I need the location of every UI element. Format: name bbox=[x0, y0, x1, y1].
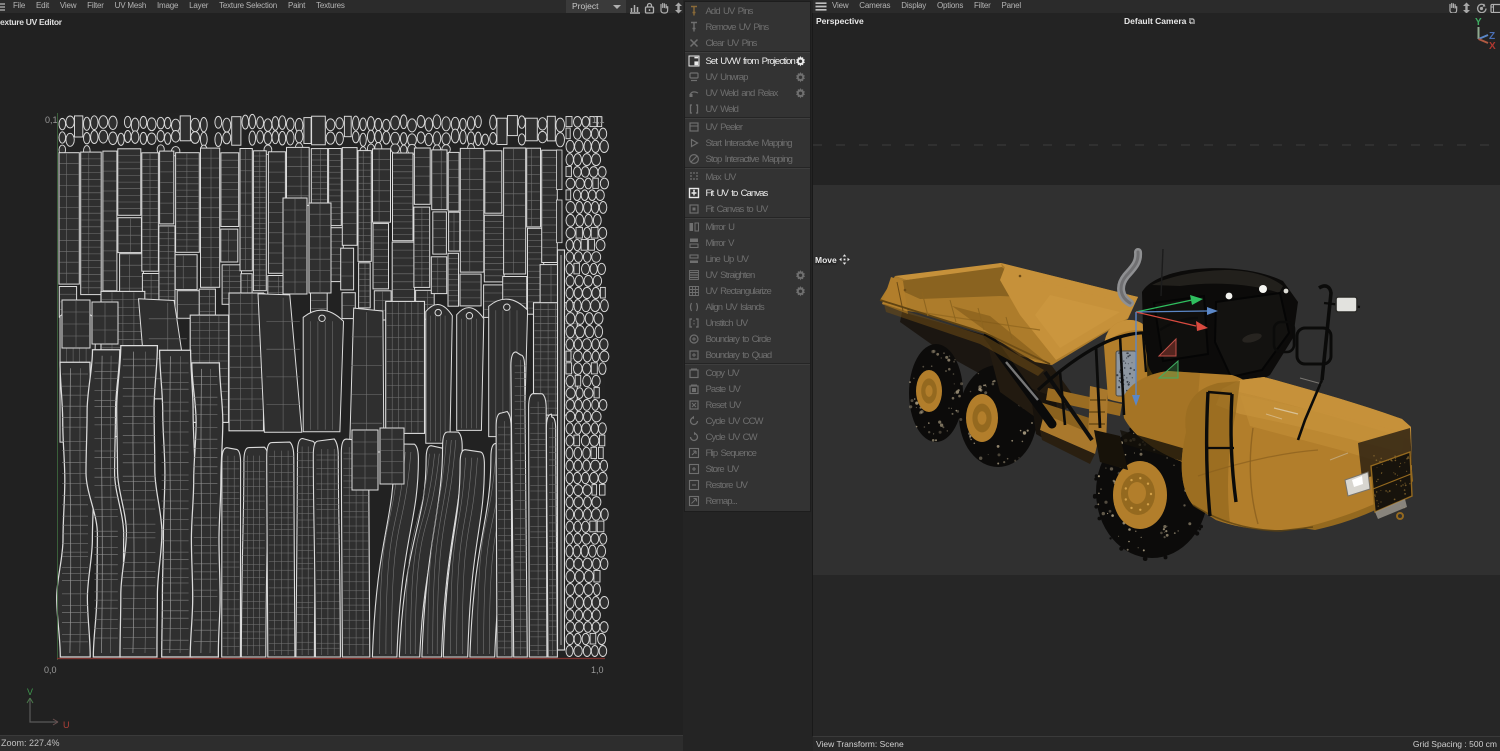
svg-text:U: U bbox=[63, 720, 70, 730]
svg-text:X: X bbox=[1489, 41, 1496, 52]
svg-text:0,1: 0,1 bbox=[45, 115, 58, 125]
svg-text:1,0: 1,0 bbox=[591, 665, 604, 675]
svg-text:0,0: 0,0 bbox=[44, 665, 57, 675]
svg-text:V: V bbox=[27, 687, 33, 697]
svg-text:Y: Y bbox=[1475, 17, 1482, 28]
svg-text:1,1: 1,1 bbox=[592, 115, 605, 125]
